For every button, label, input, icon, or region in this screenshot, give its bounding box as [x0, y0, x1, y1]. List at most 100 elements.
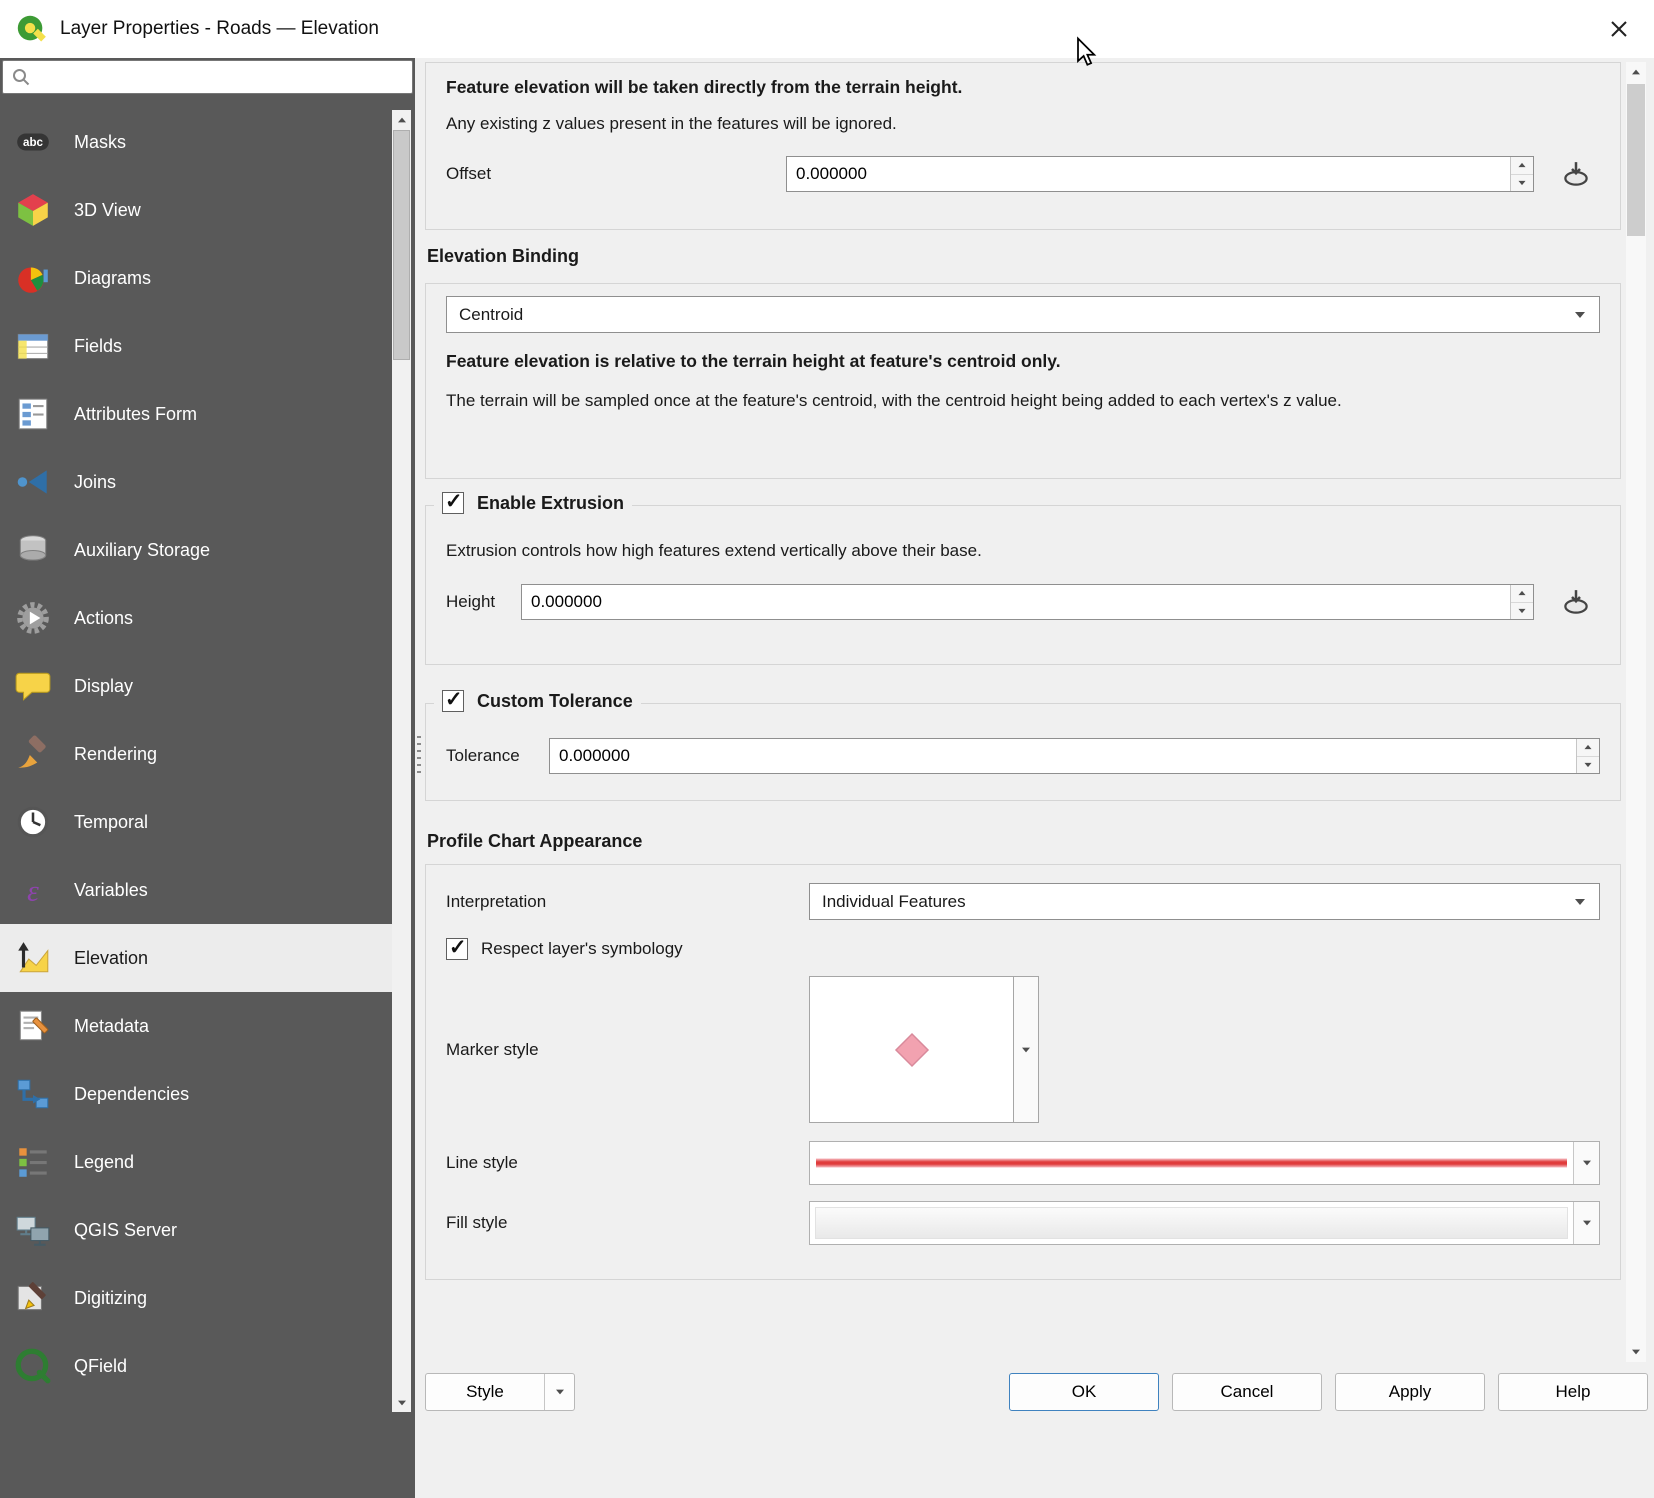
chevron-down-icon	[1575, 312, 1585, 318]
sidebar-search-input[interactable]	[37, 63, 404, 91]
binding-headline: Feature elevation is relative to the ter…	[446, 351, 1600, 372]
sidebar-item-masks[interactable]: abc Masks	[0, 108, 392, 176]
sidebar-item-label: QGIS Server	[74, 1220, 177, 1241]
sidebar-item-diagrams[interactable]: Diagrams	[0, 244, 392, 312]
offset-data-defined-override-button[interactable]	[1552, 154, 1600, 194]
apply-button[interactable]: Apply	[1335, 1373, 1485, 1411]
digitizing-icon	[14, 1279, 52, 1317]
sidebar-scroll-down-button[interactable]	[392, 1393, 411, 1412]
offset-spin-down-button[interactable]	[1511, 174, 1533, 192]
fill-style-label: Fill style	[446, 1213, 809, 1233]
sidebar-item-label: Temporal	[74, 812, 148, 833]
fields-icon	[14, 327, 52, 365]
fill-style-dropdown-button[interactable]	[1573, 1202, 1599, 1244]
tolerance-input[interactable]	[550, 739, 1576, 773]
offset-input[interactable]	[787, 157, 1510, 191]
sidebar-item-auxiliary-storage[interactable]: Auxiliary Storage	[0, 516, 392, 584]
line-style-dropdown-button[interactable]	[1573, 1142, 1599, 1184]
respect-symbology-checkbox[interactable]	[446, 938, 468, 960]
sidebar-item-label: Legend	[74, 1152, 134, 1173]
content-scroll-down-button[interactable]	[1626, 1342, 1646, 1362]
sidebar-item-display[interactable]: Display	[0, 652, 392, 720]
chevron-down-icon	[1575, 899, 1585, 905]
tolerance-spin-up-button[interactable]	[1577, 739, 1599, 756]
sidebar-item-label: Masks	[74, 132, 126, 153]
interpretation-value: Individual Features	[822, 892, 966, 912]
profile-chart-section: Interpretation Individual Features Respe…	[425, 864, 1621, 1280]
content-scrollbar-thumb[interactable]	[1627, 84, 1645, 236]
sidebar-item-dependencies[interactable]: Dependencies	[0, 1060, 392, 1128]
marker-style-preview[interactable]	[809, 976, 1014, 1123]
sidebar-item-label: Actions	[74, 608, 133, 629]
main-panel: Feature elevation will be taken directly…	[415, 58, 1654, 1498]
height-data-defined-override-button[interactable]	[1552, 582, 1600, 622]
splitter-handle[interactable]	[417, 736, 421, 778]
height-spin-up-button[interactable]	[1511, 585, 1533, 602]
height-input[interactable]	[522, 585, 1510, 619]
respect-symbology-label: Respect layer's symbology	[481, 939, 683, 959]
sidebar-item-legend[interactable]: Legend	[0, 1128, 392, 1196]
sidebar-item-metadata[interactable]: Metadata	[0, 992, 392, 1060]
sidebar-item-actions[interactable]: Actions	[0, 584, 392, 652]
ok-button[interactable]: OK	[1009, 1373, 1159, 1411]
binding-description: The terrain will be sampled once at the …	[446, 388, 1600, 414]
custom-tolerance-checkbox[interactable]	[442, 690, 464, 712]
sidebar-item-3d-view[interactable]: 3D View	[0, 176, 392, 244]
elevation-binding-section: Centroid Feature elevation is relative t…	[425, 283, 1621, 479]
offset-spin-up-button[interactable]	[1511, 157, 1533, 174]
qgis-server-icon	[14, 1211, 52, 1249]
sidebar-item-label: 3D View	[74, 200, 141, 221]
sidebar-item-variables[interactable]: εVariables	[0, 856, 392, 924]
content-scrollbar	[1626, 62, 1646, 1362]
custom-tolerance-label: Custom Tolerance	[477, 691, 633, 712]
sidebar-item-temporal[interactable]: Temporal	[0, 788, 392, 856]
sidebar-item-digitizing[interactable]: Digitizing	[0, 1264, 392, 1332]
style-dropdown-arrow[interactable]	[544, 1374, 574, 1410]
variables-icon: ε	[14, 871, 52, 909]
sidebar-item-rendering[interactable]: Rendering	[0, 720, 392, 788]
sidebar-scrollbar-thumb[interactable]	[393, 130, 410, 360]
sidebar-item-qfield[interactable]: QField	[0, 1332, 392, 1400]
sidebar-item-label: Auxiliary Storage	[74, 540, 210, 561]
sidebar-item-label: Digitizing	[74, 1288, 147, 1309]
interpretation-combobox[interactable]: Individual Features	[809, 883, 1600, 920]
metadata-icon	[14, 1007, 52, 1045]
display-icon	[14, 667, 52, 705]
profile-chart-title: Profile Chart Appearance	[427, 831, 1619, 852]
height-spin-down-button[interactable]	[1511, 602, 1533, 620]
interpretation-label: Interpretation	[446, 892, 809, 912]
content-scroll-up-button[interactable]	[1626, 62, 1646, 82]
sidebar-item-label: Metadata	[74, 1016, 149, 1037]
offset-spin-buttons	[1510, 157, 1533, 191]
sidebar-item-qgis-server[interactable]: QGIS Server	[0, 1196, 392, 1264]
offset-spinbox	[786, 156, 1534, 192]
sidebar-search-box[interactable]	[2, 60, 413, 94]
sidebar-item-fields[interactable]: Fields	[0, 312, 392, 380]
style-button[interactable]: Style	[425, 1373, 575, 1411]
cancel-button[interactable]: Cancel	[1172, 1373, 1322, 1411]
help-button[interactable]: Help	[1498, 1373, 1648, 1411]
enable-extrusion-label: Enable Extrusion	[477, 493, 624, 514]
auxiliary-storage-icon	[14, 531, 52, 569]
close-button[interactable]	[1598, 8, 1640, 50]
masks-icon: abc	[14, 123, 52, 161]
enable-extrusion-checkbox[interactable]	[442, 492, 464, 514]
line-style-label: Line style	[446, 1153, 809, 1173]
sidebar-item-attributes-form[interactable]: Attributes Form	[0, 380, 392, 448]
marker-style-dropdown-button[interactable]	[1013, 976, 1039, 1123]
height-spin-buttons	[1510, 585, 1533, 619]
data-defined-override-icon	[1561, 587, 1591, 617]
sidebar-scroll-up-button[interactable]	[392, 110, 411, 129]
sidebar-item-label: Display	[74, 676, 133, 697]
tolerance-spin-down-button[interactable]	[1577, 756, 1599, 774]
qfield-icon	[14, 1347, 52, 1385]
sidebar-item-label: Elevation	[74, 948, 148, 969]
tolerance-spin-buttons	[1576, 739, 1599, 773]
search-icon	[11, 67, 31, 87]
dependencies-icon	[14, 1075, 52, 1113]
sidebar-item-joins[interactable]: Joins	[0, 448, 392, 516]
line-style-button[interactable]	[809, 1141, 1600, 1185]
sidebar-item-elevation[interactable]: Elevation	[0, 924, 392, 992]
fill-style-button[interactable]	[809, 1201, 1600, 1245]
elevation-binding-combobox[interactable]: Centroid	[446, 296, 1600, 333]
